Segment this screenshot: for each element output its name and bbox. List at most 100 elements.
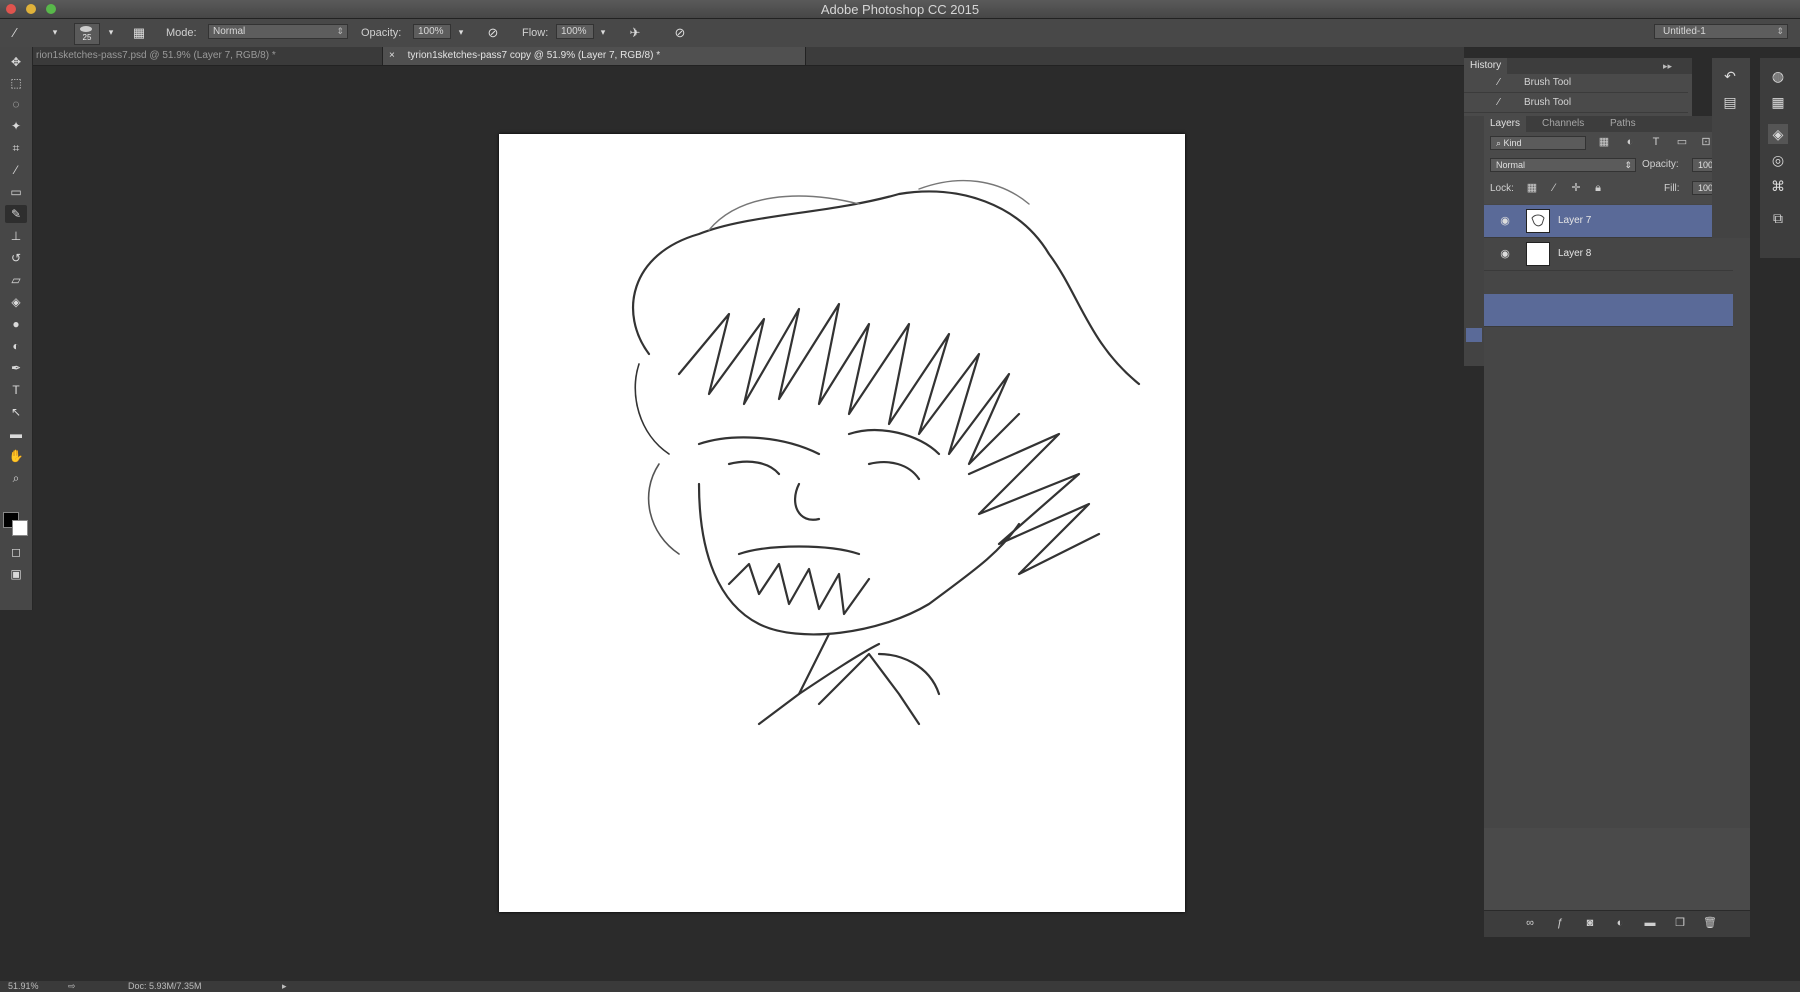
paths-panel-icon[interactable]: ⌘	[1768, 176, 1788, 196]
tab-label: rion1sketches-pass7.psd @ 51.9% (Layer 7…	[36, 50, 276, 61]
blend-mode-value: Normal	[1496, 160, 1526, 170]
history-panel-icon[interactable]: ↶	[1720, 66, 1740, 86]
layer-filter-select[interactable]: ⌕ Kind	[1490, 136, 1586, 150]
layer-row-layer-7[interactable]: ◉ Layer 7	[1484, 205, 1733, 238]
paint-bucket-tool-icon[interactable]: ◈	[5, 293, 27, 311]
lock-transparency-icon[interactable]: ▦	[1524, 181, 1540, 195]
layer-name: Layer 8	[1558, 248, 1592, 259]
eyedropper-tool-icon[interactable]: ⁄	[5, 161, 27, 179]
brush-icon: ⁄	[1498, 77, 1500, 88]
brush-panel-toggle-icon[interactable]: ▦	[130, 24, 148, 41]
visibility-eye-icon[interactable]: ◉	[1498, 214, 1512, 228]
flow-input[interactable]: 100%	[556, 24, 594, 39]
tab-document-1[interactable]: rion1sketches-pass7.psd @ 51.9% (Layer 7…	[30, 47, 382, 65]
spot-healing-tool-icon[interactable]: ▭	[5, 183, 27, 201]
history-item[interactable]: ⁄ Brush Tool	[1464, 74, 1688, 93]
fill-label: Fill:	[1664, 183, 1680, 194]
eraser-tool-icon[interactable]: ▱	[5, 271, 27, 289]
opacity-dropdown-icon[interactable]: ▾	[452, 24, 470, 41]
lock-image-icon[interactable]: ⁄	[1546, 181, 1562, 195]
history-tab[interactable]: History	[1464, 58, 1508, 74]
layer-thumbnail	[1526, 209, 1550, 233]
zoom-tool-icon[interactable]: ⌕	[5, 469, 27, 487]
rectangle-tool-icon[interactable]: ▬	[5, 425, 27, 443]
brush-size-picker[interactable]: 25	[74, 23, 100, 45]
filter-shape-icon[interactable]: ▭	[1674, 135, 1690, 149]
new-layer-icon[interactable]: ❐	[1672, 916, 1688, 930]
tools-panel: ✥ ⬚ ◌ ✦ ⌗ ⁄ ▭ ✎ ⊥ ↺ ▱ ◈ ● ◐ ✒ T ↖ ▬ ✋ ⌕ …	[0, 47, 33, 610]
workspace-select[interactable]: Untitled-1 ⇕	[1654, 24, 1788, 39]
zoom-level[interactable]: 51.91%	[8, 981, 39, 991]
updown-arrows-icon: ⇕	[336, 26, 344, 36]
brush-tool-icon[interactable]: ✎	[5, 205, 27, 223]
mode-select[interactable]: Normal ⇕	[208, 24, 348, 39]
airbrush-icon[interactable]: ✈	[626, 24, 644, 41]
hand-tool-icon[interactable]: ✋	[5, 447, 27, 465]
tab-paths[interactable]: Paths	[1604, 116, 1642, 132]
brush-icon: ⁄	[1498, 97, 1500, 108]
background-color-swatch[interactable]	[12, 520, 28, 536]
history-brush-tool-icon[interactable]: ↺	[5, 249, 27, 267]
history-item[interactable]: ⁄ Brush Tool	[1464, 94, 1688, 113]
actions-panel-icon[interactable]: ▤	[1720, 92, 1740, 112]
preset-dropdown-icon[interactable]: ▾	[46, 24, 64, 41]
options-bar: ⁄ ▾ 25 ▾ ▦ Mode: Normal ⇕ Opacity: 100% …	[0, 19, 1800, 48]
delete-layer-icon[interactable]: 🗑︎	[1702, 916, 1718, 930]
lasso-tool-icon[interactable]: ◌	[5, 95, 27, 113]
status-menu-arrow-icon[interactable]: ▸	[282, 981, 287, 992]
type-tool-icon[interactable]: T	[5, 381, 27, 399]
pen-tool-icon[interactable]: ✒	[5, 359, 27, 377]
panel-collapse-icon[interactable]: ▸▸	[1663, 58, 1672, 74]
workspace-value: Untitled-1	[1663, 26, 1706, 37]
brush-preset-icon[interactable]: ⁄	[2, 24, 28, 41]
crop-tool-icon[interactable]: ⌗	[5, 139, 27, 157]
visibility-eye-icon[interactable]: ◉	[1498, 247, 1512, 261]
dodge-tool-icon[interactable]: ◐	[5, 337, 27, 355]
layers-panel-icon[interactable]: ◈	[1768, 124, 1788, 144]
path-selection-tool-icon[interactable]: ↖	[5, 403, 27, 421]
properties-panel-icon[interactable]: ⧉	[1768, 208, 1788, 228]
filter-pixel-icon[interactable]: ▦	[1596, 135, 1612, 149]
lock-position-icon[interactable]: ✛	[1568, 181, 1584, 195]
opacity-label: Opacity:	[361, 27, 402, 39]
tab-close-icon[interactable]: ×	[389, 50, 395, 61]
pressure-size-icon[interactable]: ⊘	[671, 24, 689, 41]
layer-row-layer-8[interactable]: ◉ Layer 8	[1484, 238, 1733, 271]
link-layers-icon[interactable]: ∞	[1522, 916, 1538, 930]
filter-adjustment-icon[interactable]: ◐	[1622, 135, 1638, 149]
screen-mode-icon[interactable]: ▣	[5, 565, 27, 583]
updown-arrows-icon: ⇕	[1624, 160, 1632, 170]
title-bar: Adobe Photoshop CC 2015	[0, 0, 1800, 19]
marquee-tool-icon[interactable]: ⬚	[5, 74, 27, 92]
swatches-panel-icon[interactable]: ▦	[1768, 92, 1788, 112]
filter-type-icon[interactable]: T	[1648, 135, 1664, 149]
move-tool-icon[interactable]: ✥	[5, 53, 27, 71]
mode-value: Normal	[213, 26, 246, 37]
flow-dropdown-icon[interactable]: ▾	[594, 24, 612, 41]
brush-size-dropdown-icon[interactable]: ▾	[102, 24, 120, 41]
layer-mask-icon[interactable]: ◙	[1582, 916, 1598, 930]
tab-layers[interactable]: Layers	[1484, 116, 1527, 132]
layer-opacity-label: Opacity:	[1642, 159, 1679, 170]
pressure-opacity-icon[interactable]: ⊘	[484, 24, 502, 41]
blur-tool-icon[interactable]: ●	[5, 315, 27, 333]
quick-mask-icon[interactable]: ◻	[5, 543, 27, 561]
document-canvas[interactable]	[499, 134, 1185, 912]
layer-style-icon[interactable]: ƒ	[1552, 916, 1568, 930]
layers-footer: ∞ ƒ ◙ ◐ ▬ ❐ 🗑︎	[1484, 910, 1750, 937]
share-icon[interactable]: ⇨	[68, 981, 76, 992]
adjustment-layer-icon[interactable]: ◐	[1612, 916, 1628, 930]
tab-channels[interactable]: Channels	[1536, 116, 1590, 132]
history-tabbar: History ▸▸	[1464, 58, 1692, 74]
magic-wand-tool-icon[interactable]: ✦	[5, 117, 27, 135]
channels-panel-icon[interactable]: ◎	[1768, 150, 1788, 170]
layer-row-layer-7[interactable]	[1484, 294, 1733, 327]
blend-mode-select[interactable]: Normal ⇕	[1490, 158, 1636, 172]
lock-all-icon[interactable]: 🔒︎	[1590, 181, 1606, 195]
opacity-input[interactable]: 100%	[413, 24, 451, 39]
tab-document-2[interactable]: × tyrion1sketches-pass7 copy @ 51.9% (La…	[382, 47, 806, 65]
clone-stamp-tool-icon[interactable]: ⊥	[5, 227, 27, 245]
sketch-thumbnail-icon	[1531, 214, 1545, 227]
new-group-icon[interactable]: ▬	[1642, 916, 1658, 930]
color-panel-icon[interactable]: ◍	[1768, 66, 1788, 86]
